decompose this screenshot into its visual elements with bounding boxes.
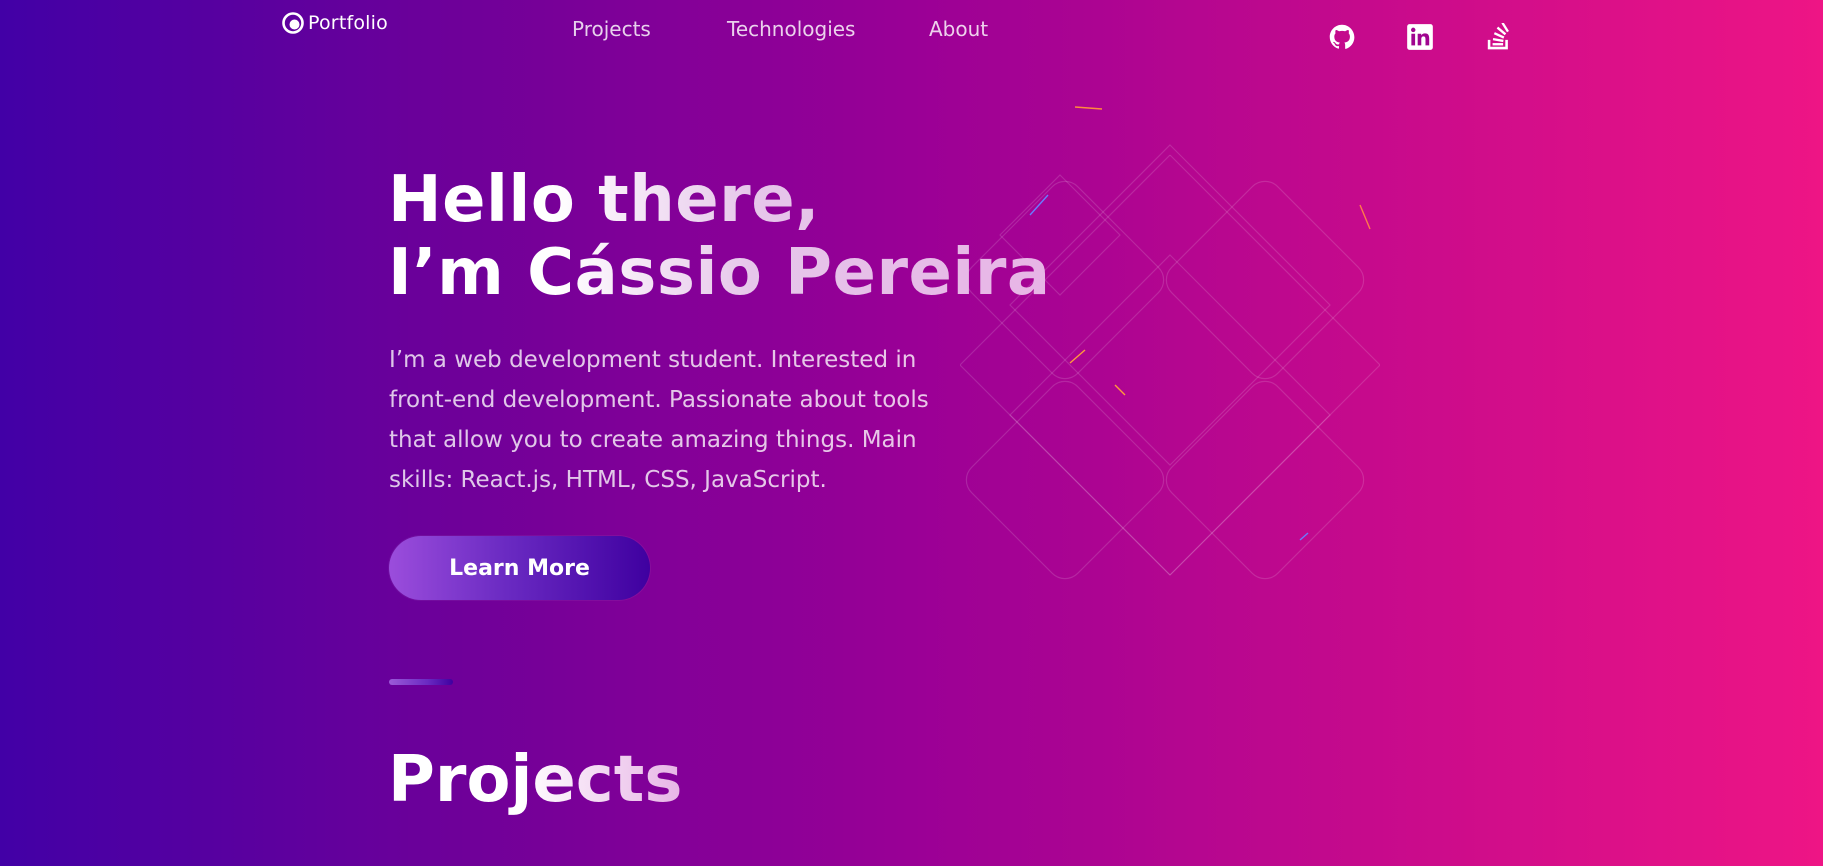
linkedin-link[interactable] (1406, 23, 1434, 51)
stackoverflow-icon (1487, 23, 1509, 50)
hero-description: I’m a web development student. Intereste… (389, 347, 929, 493)
hero-title: Hello there, I’m Cássio Pereira (388, 164, 1051, 310)
learn-more-button[interactable]: Learn More (389, 536, 650, 600)
section-divider (389, 679, 453, 685)
nav-link-projects[interactable]: Projects (572, 17, 651, 41)
github-icon (1329, 24, 1355, 49)
hero-title-line-2: I’m Cássio Pereira (388, 236, 1051, 310)
github-link[interactable] (1328, 23, 1356, 51)
stackoverflow-link[interactable] (1485, 23, 1513, 51)
linkedin-icon (1407, 24, 1433, 50)
hero-title-line-1: Hello there, (388, 163, 820, 237)
main-nav: Projects Technologies About (0, 17, 1823, 43)
nav-link-technologies[interactable]: Technologies (727, 17, 855, 41)
nav-link-about[interactable]: About (929, 17, 988, 41)
projects-section-title: Projects (388, 740, 682, 820)
